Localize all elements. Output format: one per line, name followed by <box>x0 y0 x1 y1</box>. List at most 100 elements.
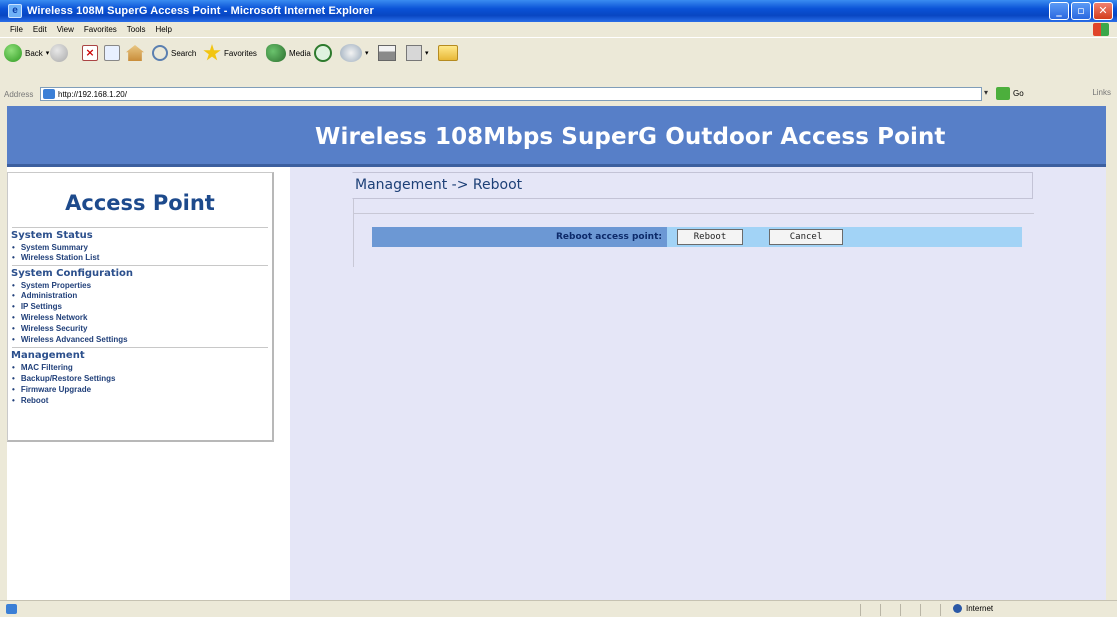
edit-icon <box>406 45 422 61</box>
reboot-button[interactable]: Reboot <box>677 229 743 245</box>
mail-icon <box>340 44 362 62</box>
go-label: Go <box>1013 89 1024 98</box>
media-button[interactable]: Media <box>266 42 311 64</box>
menu-tools[interactable]: Tools <box>127 25 146 34</box>
sidebar-item-label: Administration <box>20 291 78 300</box>
sidebar-item-wireless-station-list[interactable]: • Wireless Station List <box>12 253 99 262</box>
status-divider <box>920 604 921 616</box>
content-divider <box>353 213 1034 214</box>
mail-button[interactable]: ▾ <box>340 42 372 64</box>
sidebar-item-label: System Properties <box>20 281 92 290</box>
menu-favorites[interactable]: Favorites <box>84 25 117 34</box>
address-bar: Address http://192.168.1.20/ ▾ Go Links <box>0 85 1117 103</box>
reboot-controls: Reboot Cancel <box>667 227 1022 247</box>
sidebar-item-label: Firmware Upgrade <box>20 385 92 394</box>
bullet-icon: • <box>12 253 15 262</box>
sidebar-item-system-summary[interactable]: • System Summary <box>12 243 88 252</box>
browser-window: e Wireless 108M SuperG Access Point - Mi… <box>0 0 1117 617</box>
favorites-label: Favorites <box>224 48 257 58</box>
sidebar-divider <box>12 347 268 348</box>
page-banner: Wireless 108Mbps SuperG Outdoor Access P… <box>7 106 1106 164</box>
maximize-icon[interactable]: ▫ <box>1071 2 1091 20</box>
address-input[interactable]: http://192.168.1.20/ <box>40 87 982 101</box>
section-system-status: System Status <box>11 230 93 241</box>
go-arrow-icon <box>996 87 1010 100</box>
sidebar-item-mac-filtering[interactable]: • MAC Filtering <box>12 363 73 372</box>
chevron-down-icon: ▾ <box>425 50 429 57</box>
sidebar-item-reboot[interactable]: • Reboot <box>12 396 48 405</box>
sidebar-item-label: Backup/Restore Settings <box>20 374 116 383</box>
sidebar-item-system-properties[interactable]: • System Properties <box>12 281 91 290</box>
main-content: Management -> Reboot Reboot access point… <box>290 167 1106 600</box>
media-label: Media <box>289 48 311 58</box>
security-zone: Internet <box>953 604 993 613</box>
ie-logo-icon: e <box>8 4 22 18</box>
frame-right <box>1106 103 1117 600</box>
sidebar-pane: Access Point System Status • System Summa… <box>7 167 290 600</box>
breadcrumb: Management -> Reboot <box>352 172 1033 199</box>
back-arrow-icon <box>4 44 22 62</box>
search-button[interactable]: Search <box>152 42 196 64</box>
search-icon <box>152 45 168 61</box>
sidebar-item-firmware-upgrade[interactable]: • Firmware Upgrade <box>12 385 91 394</box>
section-system-configuration: System Configuration <box>11 268 134 279</box>
status-divider <box>860 604 861 616</box>
menu-file[interactable]: File <box>10 25 23 34</box>
reboot-form-row: Reboot access point: Reboot Cancel <box>372 227 1022 247</box>
sidebar-item-ip-settings[interactable]: • IP Settings <box>12 302 62 311</box>
refresh-button[interactable] <box>104 42 120 64</box>
status-divider <box>940 604 941 616</box>
menu-help[interactable]: Help <box>155 25 171 34</box>
folder-icon <box>438 45 458 61</box>
reboot-label: Reboot access point: <box>372 227 667 247</box>
close-icon[interactable]: ✕ <box>1093 2 1113 20</box>
web-page: Wireless 108Mbps SuperG Outdoor Access P… <box>7 106 1106 600</box>
print-button[interactable] <box>378 42 396 64</box>
bullet-icon: • <box>12 335 15 344</box>
section-management: Management <box>11 350 85 361</box>
sidebar-item-administration[interactable]: • Administration <box>12 291 77 300</box>
sidebar-item-wireless-advanced-settings[interactable]: • Wireless Advanced Settings <box>12 335 128 344</box>
history-button[interactable] <box>314 42 332 64</box>
minimize-icon[interactable]: _ <box>1049 2 1069 20</box>
cancel-button[interactable]: Cancel <box>769 229 843 245</box>
sidebar-item-backup-restore-settings[interactable]: • Backup/Restore Settings <box>12 374 116 383</box>
back-button[interactable]: Back ▾ <box>4 42 52 64</box>
history-icon <box>314 44 332 62</box>
home-button[interactable] <box>126 42 144 64</box>
forward-button[interactable] <box>50 42 71 64</box>
bullet-icon: • <box>12 313 15 322</box>
internet-globe-icon <box>953 604 962 613</box>
printer-icon <box>378 45 396 61</box>
window-title: Wireless 108M SuperG Access Point - Micr… <box>27 5 374 17</box>
menu-view[interactable]: View <box>57 25 74 34</box>
address-dropdown-icon[interactable]: ▾ <box>984 88 988 97</box>
toolbar: Back ▾ × Search Favorites Media ▾ ▾ <box>0 37 1117 85</box>
menu-edit[interactable]: Edit <box>33 25 47 34</box>
stop-button[interactable]: × <box>82 42 98 64</box>
favorites-button[interactable]: Favorites <box>203 42 257 64</box>
status-divider <box>880 604 881 616</box>
sidebar-item-wireless-security[interactable]: • Wireless Security <box>12 324 87 333</box>
bullet-icon: • <box>12 302 15 311</box>
refresh-icon <box>104 45 120 61</box>
sidebar-heading: Access Point <box>65 191 215 215</box>
folder-button[interactable] <box>438 42 458 64</box>
sidebar-item-wireless-network[interactable]: • Wireless Network <box>12 313 87 322</box>
status-bar: Internet <box>0 600 1117 617</box>
home-icon <box>126 45 144 61</box>
address-label: Address <box>4 89 34 99</box>
search-label: Search <box>171 48 197 58</box>
page-status-icon <box>6 604 17 614</box>
window-controls: _ ▫ ✕ <box>1049 2 1113 20</box>
sidebar-item-label: Wireless Advanced Settings <box>20 335 128 344</box>
edit-button[interactable]: ▾ <box>406 42 432 64</box>
windows-flag-icon <box>1093 23 1109 36</box>
sidebar-divider <box>12 227 268 228</box>
bullet-icon: • <box>12 363 15 372</box>
back-label: Back <box>25 48 43 58</box>
links-button[interactable]: Links <box>1092 88 1111 97</box>
title-bar: e Wireless 108M SuperG Access Point - Mi… <box>0 0 1117 22</box>
sidebar-item-label: Wireless Station List <box>20 253 100 262</box>
go-button[interactable]: Go <box>996 87 1024 100</box>
